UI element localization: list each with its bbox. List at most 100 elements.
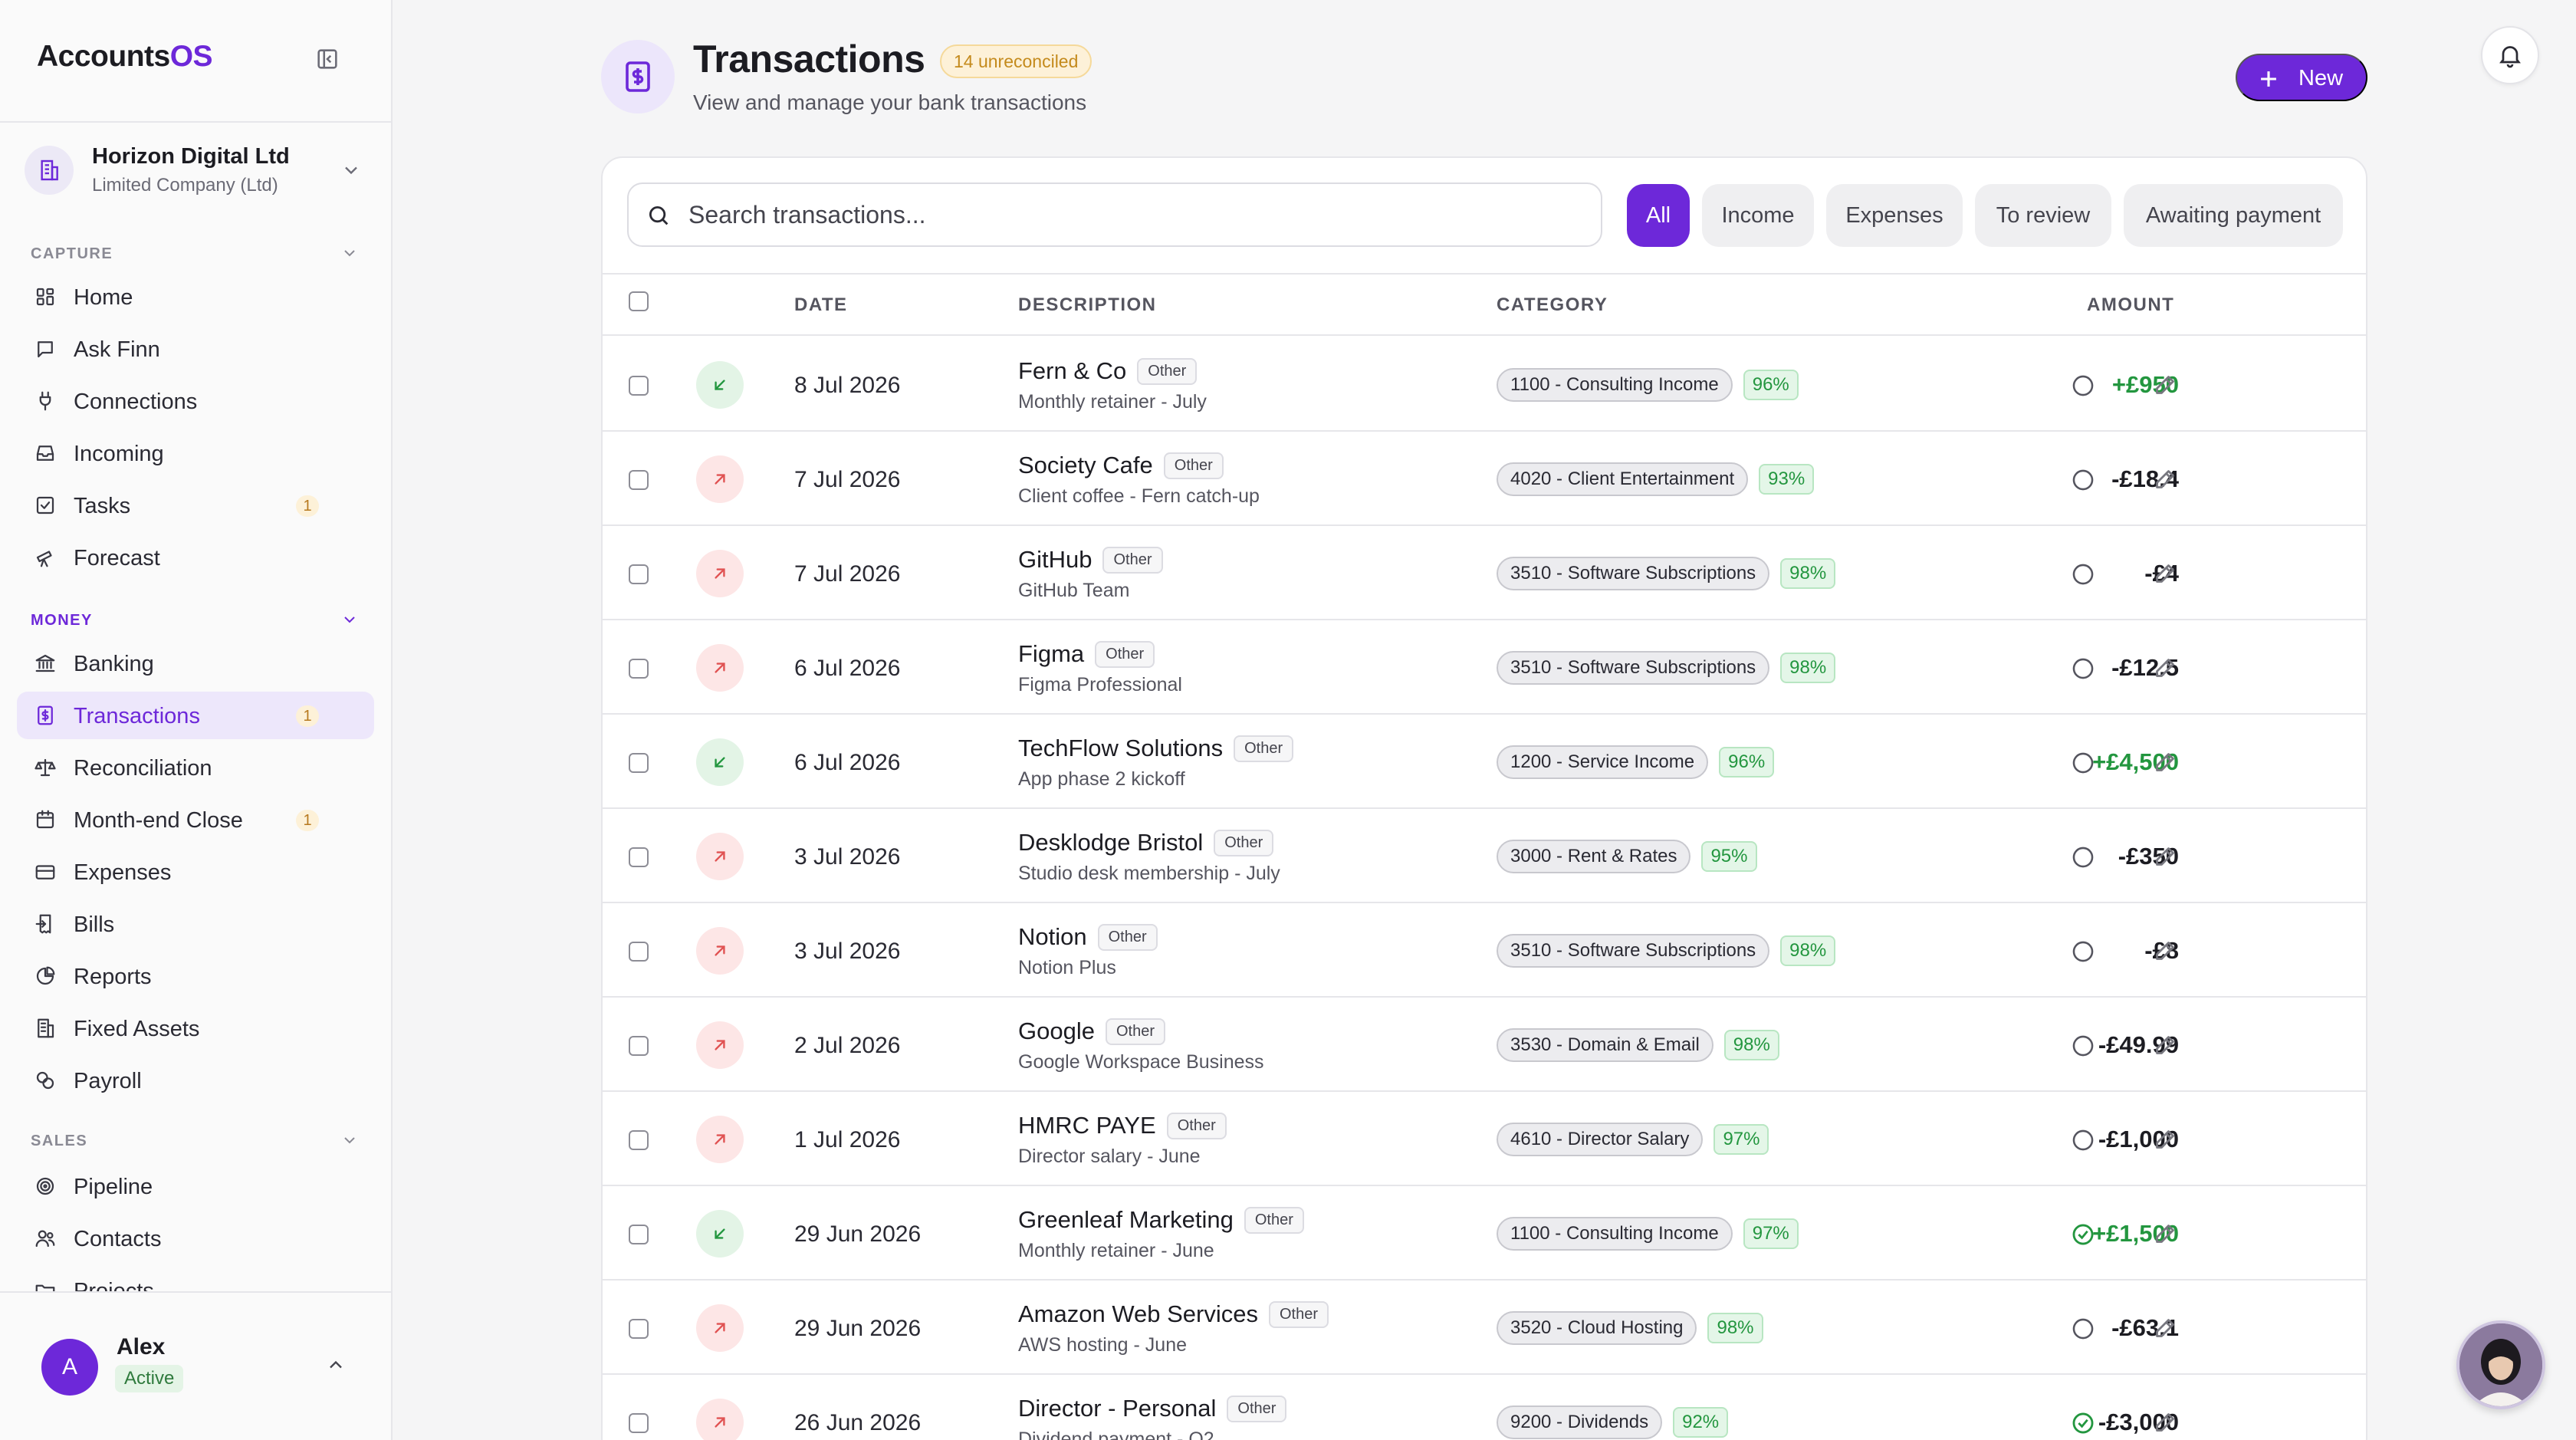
sidebar-item-connections[interactable]: Connections (17, 377, 374, 425)
category-chip[interactable]: 3510 - Software Subscriptions (1497, 934, 1770, 968)
sidebar-item-fixed-assets[interactable]: Fixed Assets (17, 1004, 374, 1052)
sidebar-item-reports[interactable]: Reports (17, 952, 374, 1000)
select-all-checkbox[interactable] (629, 291, 649, 311)
company-switcher[interactable]: Horizon Digital Ltd Limited Company (Ltd… (0, 129, 391, 215)
edit-pencil-icon[interactable] (2151, 371, 2179, 399)
category-chip[interactable]: 1200 - Service Income (1497, 745, 1709, 779)
category-chip[interactable]: 3000 - Rent & Rates (1497, 840, 1691, 873)
row-checkbox[interactable] (629, 1413, 649, 1433)
table-row[interactable]: 8 Jul 2026 Fern & Co Other Monthly retai… (603, 337, 2366, 432)
sidebar-item-contacts[interactable]: Contacts (17, 1215, 374, 1262)
unreconciled-status-icon[interactable] (2070, 467, 2096, 493)
table-row[interactable]: 2 Jul 2026 Google Other Google Workspace… (603, 998, 2366, 1092)
row-checkbox[interactable] (629, 1225, 649, 1244)
table-row[interactable]: 29 Jun 2026 Greenleaf Marketing Other Mo… (603, 1186, 2366, 1281)
row-checkbox[interactable] (629, 1319, 649, 1339)
table-row[interactable]: 26 Jun 2026 Director - Personal Other Di… (603, 1375, 2366, 1440)
category-chip[interactable]: 4610 - Director Salary (1497, 1123, 1704, 1156)
category-chip[interactable]: 4020 - Client Entertainment (1497, 462, 1749, 496)
filter-tab-expenses[interactable]: Expenses (1826, 184, 1963, 247)
category-chip[interactable]: 3510 - Software Subscriptions (1497, 557, 1770, 590)
edit-pencil-icon[interactable] (2151, 1409, 2179, 1436)
edit-pencil-icon[interactable] (2151, 560, 2179, 587)
notifications-button[interactable] (2481, 26, 2539, 84)
column-description[interactable]: DESCRIPTION (1018, 294, 1157, 316)
edit-pencil-icon[interactable] (2151, 843, 2179, 870)
sidebar-item-banking[interactable]: Banking (17, 639, 374, 687)
row-checkbox[interactable] (629, 564, 649, 584)
row-checkbox[interactable] (629, 753, 649, 773)
edit-pencil-icon[interactable] (2151, 748, 2179, 776)
sidebar-item-payroll[interactable]: Payroll (17, 1057, 374, 1104)
table-row[interactable]: 3 Jul 2026 Notion Other Notion Plus 3510… (603, 903, 2366, 998)
sidebar-item-expenses[interactable]: Expenses (17, 848, 374, 896)
chevron-down-icon[interactable] (340, 244, 359, 262)
sidebar-item-reconciliation[interactable]: Reconciliation (17, 744, 374, 791)
table-row[interactable]: 3 Jul 2026 Desklodge Bristol Other Studi… (603, 809, 2366, 903)
filter-tab-income[interactable]: Income (1702, 184, 1814, 247)
edit-pencil-icon[interactable] (2151, 465, 2179, 493)
row-checkbox[interactable] (629, 1130, 649, 1150)
table-row[interactable]: 6 Jul 2026 Figma Other Figma Professiona… (603, 620, 2366, 715)
filter-tab-all[interactable]: All (1627, 184, 1690, 247)
row-checkbox[interactable] (629, 659, 649, 679)
sidebar-item-home[interactable]: Home (17, 273, 374, 321)
app-logo[interactable]: AccountsOS (37, 40, 213, 74)
column-category[interactable]: CATEGORY (1497, 294, 1608, 316)
edit-pencil-icon[interactable] (2151, 1314, 2179, 1342)
unreconciled-status-icon[interactable] (2070, 656, 2096, 682)
row-checkbox[interactable] (629, 942, 649, 962)
user-menu[interactable]: A Alex Active (0, 1293, 391, 1440)
sidebar-item-forecast[interactable]: Forecast (17, 534, 374, 581)
search-box[interactable] (627, 182, 1602, 247)
table-row[interactable]: 29 Jun 2026 Amazon Web Services Other AW… (603, 1281, 2366, 1375)
unreconciled-status-icon[interactable] (2070, 373, 2096, 399)
column-amount[interactable]: AMOUNT (2087, 294, 2174, 316)
edit-pencil-icon[interactable] (2151, 654, 2179, 682)
row-checkbox[interactable] (629, 470, 649, 490)
category-chip[interactable]: 3510 - Software Subscriptions (1497, 651, 1770, 685)
table-row[interactable]: 7 Jul 2026 Society Cafe Other Client cof… (603, 432, 2366, 526)
edit-pencil-icon[interactable] (2151, 937, 2179, 965)
table-row[interactable]: 6 Jul 2026 TechFlow Solutions Other App … (603, 715, 2366, 809)
edit-pencil-icon[interactable] (2151, 1031, 2179, 1059)
filter-tab-to-review[interactable]: To review (1975, 184, 2111, 247)
edit-pencil-icon[interactable] (2151, 1126, 2179, 1153)
unreconciled-status-icon[interactable] (2070, 750, 2096, 776)
sidebar-item-bills[interactable]: Bills (17, 900, 374, 948)
sidebar-item-tasks[interactable]: Tasks 1 (17, 482, 374, 529)
chevron-down-icon[interactable] (340, 610, 359, 629)
chat-icon (38, 341, 53, 358)
search-input[interactable] (688, 196, 1578, 233)
category-chip[interactable]: 3520 - Cloud Hosting (1497, 1311, 1697, 1345)
sidebar-collapse-icon[interactable] (314, 46, 340, 72)
table-row[interactable]: 1 Jul 2026 HMRC PAYE Other Director sala… (603, 1092, 2366, 1186)
assistant-avatar[interactable] (2456, 1320, 2545, 1409)
table-row[interactable]: 7 Jul 2026 GitHub Other GitHub Team 3510… (603, 526, 2366, 620)
reconciled-check-icon[interactable] (2070, 1221, 2096, 1248)
row-checkbox[interactable] (629, 1036, 649, 1056)
reconciled-check-icon[interactable] (2070, 1410, 2096, 1436)
category-chip[interactable]: 3530 - Domain & Email (1497, 1028, 1714, 1062)
unreconciled-status-icon[interactable] (2070, 561, 2096, 587)
sidebar-item-month-end-close[interactable]: Month-end Close 1 (17, 796, 374, 843)
category-chip[interactable]: 9200 - Dividends (1497, 1405, 1663, 1439)
edit-pencil-icon[interactable] (2151, 1220, 2179, 1248)
new-transaction-button[interactable]: New (2236, 54, 2367, 101)
sidebar-item-transactions[interactable]: Transactions 1 (17, 692, 374, 739)
chevron-down-icon[interactable] (340, 1131, 359, 1149)
unreconciled-status-icon[interactable] (2070, 1316, 2096, 1342)
sidebar-item-incoming[interactable]: Incoming (17, 429, 374, 477)
unreconciled-status-icon[interactable] (2070, 844, 2096, 870)
unreconciled-status-icon[interactable] (2070, 1127, 2096, 1153)
category-chip[interactable]: 1100 - Consulting Income (1497, 1217, 1733, 1251)
row-checkbox[interactable] (629, 376, 649, 396)
unreconciled-status-icon[interactable] (2070, 939, 2096, 965)
category-chip[interactable]: 1100 - Consulting Income (1497, 368, 1733, 402)
row-checkbox[interactable] (629, 847, 649, 867)
sidebar-item-ask-finn[interactable]: Ask Finn (17, 325, 374, 373)
column-date[interactable]: DATE (794, 294, 848, 316)
sidebar-item-pipeline[interactable]: Pipeline (17, 1162, 374, 1210)
unreconciled-status-icon[interactable] (2070, 1033, 2096, 1059)
filter-tab-awaiting-payment[interactable]: Awaiting payment (2124, 184, 2343, 247)
